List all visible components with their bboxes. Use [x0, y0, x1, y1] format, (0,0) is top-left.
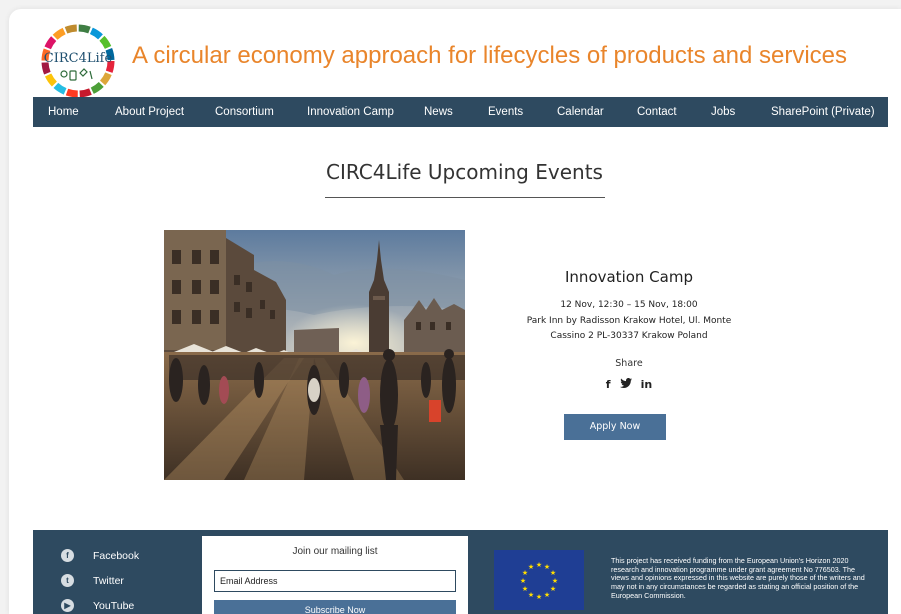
nav-item-consortium[interactable]: Consortium — [215, 97, 274, 127]
site-footer: f Facebook t Twitter ▶ YouTube Join our … — [33, 530, 888, 614]
footer-link-label: Twitter — [93, 574, 124, 587]
page-title: CIRC4Life Upcoming Events — [326, 160, 603, 184]
svg-text:★: ★ — [544, 591, 550, 599]
mailing-list-title: Join our mailing list — [292, 546, 378, 557]
title-divider — [325, 197, 605, 198]
footer-link-youtube[interactable]: ▶ YouTube — [61, 599, 134, 612]
svg-text:★: ★ — [520, 577, 526, 585]
footer-link-label: Facebook — [93, 549, 140, 562]
mailing-list-form: Join our mailing list Subscribe Now — [202, 536, 468, 614]
svg-text:★: ★ — [536, 561, 542, 569]
youtube-icon: ▶ — [61, 599, 74, 612]
event-image-drawing — [164, 230, 465, 480]
share-label: Share — [615, 358, 643, 369]
twitter-icon[interactable] — [619, 377, 632, 391]
footer-link-label: YouTube — [93, 599, 135, 612]
nav-item-innovation-camp[interactable]: Innovation Camp — [307, 97, 394, 127]
event-date: 12 Nov, 12:30 – 15 Nov, 18:00 — [560, 300, 698, 310]
footer-link-facebook[interactable]: f Facebook — [61, 549, 139, 562]
facebook-icon: f — [61, 549, 74, 562]
nav-item-sharepoint[interactable]: SharePoint (Private) — [771, 97, 875, 127]
main-nav: Home About Project Consortium Innovation… — [33, 97, 888, 127]
facebook-icon[interactable]: f — [606, 378, 611, 391]
svg-text:★: ★ — [550, 585, 556, 593]
funding-disclaimer: This project has received funding from t… — [611, 556, 865, 600]
page: CIRC4Life A circular economy approach fo… — [9, 9, 901, 614]
svg-text:★: ★ — [550, 569, 556, 577]
event-image[interactable] — [164, 230, 465, 480]
site-tagline: A circular economy approach for lifecycl… — [132, 42, 847, 69]
subscribe-button[interactable]: Subscribe Now — [214, 600, 456, 614]
svg-text:★: ★ — [528, 591, 534, 599]
nav-item-home[interactable]: Home — [48, 97, 79, 127]
nav-item-contact[interactable]: Contact — [637, 97, 677, 127]
svg-text:★: ★ — [522, 585, 528, 593]
eu-stars: ★ ★ ★ ★ ★ ★ ★ ★ ★ ★ ★ ★ — [520, 561, 558, 601]
linkedin-icon[interactable]: in — [641, 378, 653, 391]
nav-item-about-project[interactable]: About Project — [115, 97, 184, 127]
svg-text:★: ★ — [528, 563, 534, 571]
eu-flag: ★ ★ ★ ★ ★ ★ ★ ★ ★ ★ ★ ★ — [494, 550, 584, 610]
footer-link-twitter[interactable]: t Twitter — [61, 574, 124, 587]
nav-item-calendar[interactable]: Calendar — [557, 97, 604, 127]
twitter-icon: t — [61, 574, 74, 587]
email-field[interactable] — [214, 570, 456, 592]
logo-text: CIRC4Life — [43, 51, 113, 66]
apply-now-button[interactable]: Apply Now — [564, 414, 666, 440]
nav-item-events[interactable]: Events — [488, 97, 523, 127]
event-location-line2: Cassino 2 PL-30337 Krakow Poland — [550, 331, 708, 341]
svg-text:★: ★ — [536, 593, 542, 601]
event-title: Innovation Camp — [565, 268, 693, 286]
share-icons: f in — [589, 376, 669, 392]
svg-text:★: ★ — [552, 577, 558, 585]
event-location-line1: Park Inn by Radisson Krakow Hotel, Ul. M… — [526, 316, 732, 326]
circ4life-logo[interactable]: CIRC4Life — [40, 23, 116, 99]
nav-item-jobs[interactable]: Jobs — [711, 97, 735, 127]
nav-item-news[interactable]: News — [424, 97, 453, 127]
